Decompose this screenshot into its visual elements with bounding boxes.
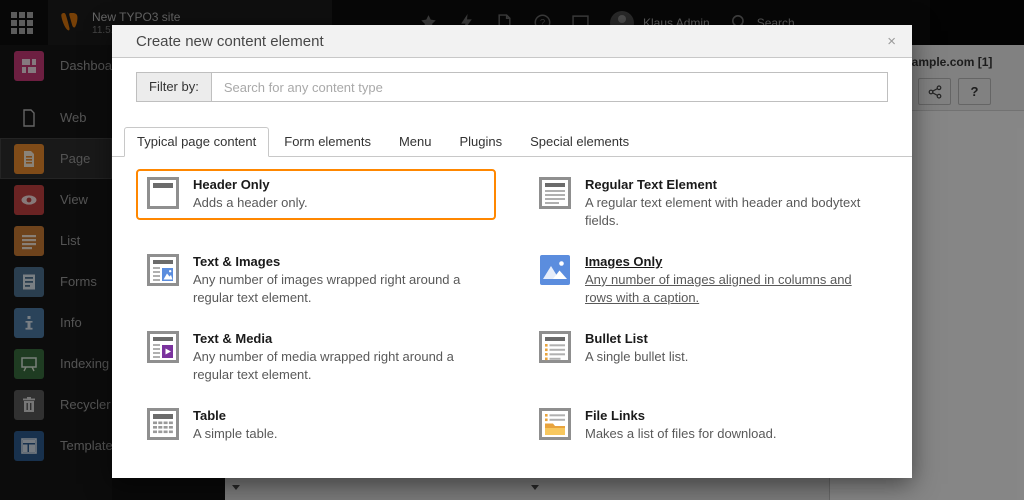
item-description: Any number of images aligned in columns …: [585, 271, 877, 307]
new-content-element-modal: Create new content element × Filter by: …: [112, 25, 912, 478]
bullet-list-icon: [539, 331, 571, 363]
tab-plugins[interactable]: Plugins: [446, 127, 515, 157]
typo3-backend: New TYPO3 site 11.5. ? Klaus Admin Searc…: [0, 0, 1024, 500]
modal-title: Create new content element: [112, 25, 912, 58]
item-title: Bullet List: [585, 331, 688, 346]
content-element-regular-text[interactable]: Regular Text Element A regular text elem…: [528, 169, 888, 238]
item-description: A single bullet list.: [585, 348, 688, 366]
tab-typical-page-content[interactable]: Typical page content: [124, 127, 269, 157]
item-description: Makes a list of files for download.: [585, 425, 776, 443]
filter-bar: Filter by:: [136, 72, 888, 102]
item-title: Regular Text Element: [585, 177, 877, 192]
content-element-header-only[interactable]: Header Only Adds a header only.: [136, 169, 496, 220]
content-element-images-only[interactable]: Images Only Any number of images aligned…: [528, 246, 888, 315]
item-description: Any number of media wrapped right around…: [193, 348, 485, 384]
item-title: Header Only: [193, 177, 308, 192]
modal-header: Create new content element ×: [112, 25, 912, 58]
content-element-table[interactable]: Table A simple table.: [136, 400, 496, 451]
item-title: Text & Media: [193, 331, 485, 346]
content-element-bullet-list[interactable]: Bullet List A single bullet list.: [528, 323, 888, 374]
tab-special-elements[interactable]: Special elements: [517, 127, 642, 157]
table-icon: [147, 408, 179, 440]
wizard-tabs: Typical page content Form elements Menu …: [112, 126, 912, 157]
item-title: Table: [193, 408, 278, 423]
content-element-text-images[interactable]: Text & Images Any number of images wrapp…: [136, 246, 496, 315]
file-links-icon: [539, 408, 571, 440]
images-only-icon: [539, 254, 571, 286]
item-description: Adds a header only.: [193, 194, 308, 212]
content-element-text-media[interactable]: Text & Media Any number of media wrapped…: [136, 323, 496, 392]
tab-form-elements[interactable]: Form elements: [271, 127, 384, 157]
item-title: Text & Images: [193, 254, 485, 269]
header-only-icon: [147, 177, 179, 209]
filter-label: Filter by:: [136, 72, 211, 102]
tab-menu[interactable]: Menu: [386, 127, 445, 157]
content-type-search-input[interactable]: [211, 72, 888, 102]
item-description: A regular text element with header and b…: [585, 194, 877, 230]
item-description: Any number of images wrapped right aroun…: [193, 271, 485, 307]
content-element-file-links[interactable]: File Links Makes a list of files for dow…: [528, 400, 888, 451]
item-description: A simple table.: [193, 425, 278, 443]
item-title: File Links: [585, 408, 776, 423]
content-element-list: Header Only Adds a header only. Reg: [124, 157, 900, 459]
item-title: Images Only: [585, 254, 877, 269]
text-media-icon: [147, 331, 179, 363]
text-images-icon: [147, 254, 179, 286]
regular-text-icon: [539, 177, 571, 209]
close-icon[interactable]: ×: [887, 25, 896, 58]
